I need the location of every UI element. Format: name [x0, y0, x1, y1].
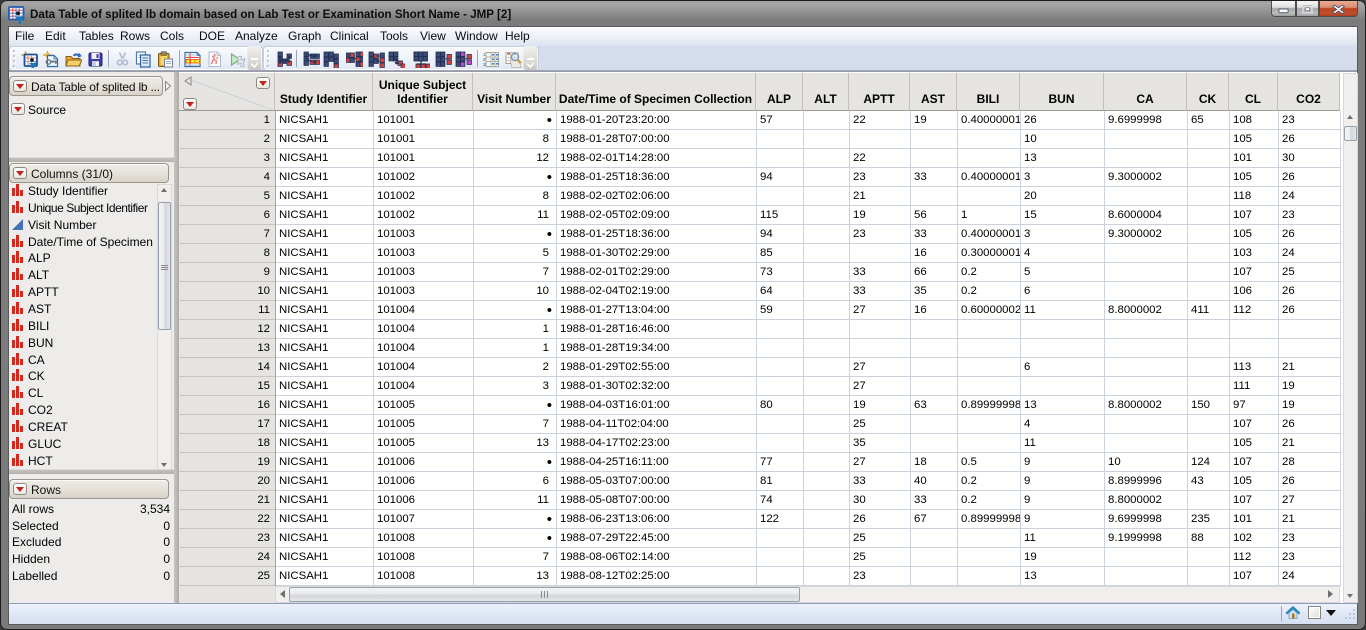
svg-text:3: 3 [483, 62, 486, 67]
